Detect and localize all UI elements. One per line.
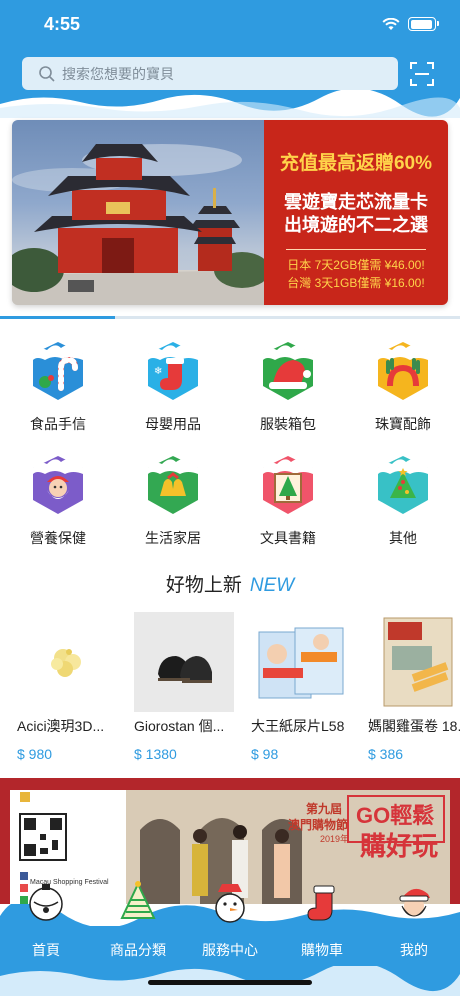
- shoes-image: [134, 612, 234, 712]
- scan-icon[interactable]: [408, 60, 436, 88]
- search-icon: [39, 65, 55, 82]
- tab-service[interactable]: 服務中心: [184, 880, 276, 972]
- festival-year: 2019年: [320, 834, 350, 844]
- category-label: 母嬰用品: [145, 416, 201, 432]
- tab-label: 我的: [400, 942, 428, 958]
- category-label: 珠寶配飾: [375, 416, 431, 432]
- status-time: 4:55: [44, 14, 81, 34]
- status-icons: [382, 16, 439, 32]
- product-card[interactable]: Giorostan 個... $ 1380: [134, 612, 240, 762]
- tab-home[interactable]: 首頁: [0, 880, 92, 972]
- jingle-bell-icon: [29, 884, 63, 921]
- santa-hat-icon: [263, 342, 313, 400]
- category-label: 其他: [389, 530, 417, 546]
- festival-line1: 第九屆: [306, 802, 343, 816]
- christmas-tree-icon: [263, 456, 313, 514]
- category-label: 文具書籍: [260, 530, 316, 546]
- product-price: $ 980: [17, 746, 53, 762]
- tab-categories[interactable]: 商品分類: [92, 880, 184, 972]
- product-name: Giorostan 個...: [134, 718, 225, 734]
- temple-illustration: [12, 144, 264, 305]
- product-card[interactable]: Acici澳玥3D... $ 980: [17, 612, 123, 762]
- tree-icon: [120, 881, 156, 919]
- category-stationery[interactable]: 文具書籍: [240, 452, 336, 562]
- search-bar[interactable]: 搜索您想要的寶貝: [22, 57, 398, 90]
- banner-divider: [286, 249, 426, 250]
- section-title-new: 好物上新 NEW: [0, 570, 460, 597]
- tab-cart[interactable]: 購物車: [276, 880, 368, 972]
- tab-profile[interactable]: 我的: [368, 880, 460, 972]
- diaper-pack-image: [251, 612, 351, 712]
- category-label: 營養保健: [30, 530, 86, 546]
- product-name: 大王紙尿片L58: [251, 718, 345, 734]
- product-card[interactable]: 媽閣雞蛋卷 18... $ 386: [368, 612, 460, 762]
- category-clothing[interactable]: 服裝箱包: [240, 338, 336, 448]
- banner-title-line2: 出境遊的不二之選: [284, 215, 428, 235]
- svg-text:❄: ❄: [154, 366, 162, 377]
- product-name: 媽閣雞蛋卷 18...: [368, 718, 460, 734]
- banner-offer-line2: 台灣 3天1GB僅需 ¥16.00!: [287, 276, 425, 290]
- product-image: [251, 612, 351, 712]
- banner-offer-line1: 日本 7天2GB僅需 ¥46.00!: [287, 258, 425, 272]
- category-home[interactable]: 生活家居: [125, 452, 221, 562]
- ornament-tree-icon: [378, 456, 428, 514]
- earring-image: [17, 612, 117, 712]
- category-food[interactable]: 食品手信: [10, 338, 106, 448]
- category-label: 生活家居: [145, 530, 201, 546]
- product-image: [368, 612, 460, 712]
- category-other[interactable]: 其他: [355, 452, 451, 562]
- product-image: [134, 612, 234, 712]
- banner-page-indicator: [0, 316, 460, 319]
- banner-title-line1: 雲遊寶走芯流量卡: [284, 192, 428, 212]
- section-title-text: 好物上新: [165, 575, 242, 596]
- candy-cane-icon: [33, 342, 83, 400]
- product-price: $ 1380: [134, 746, 177, 762]
- antlers-icon: [378, 342, 428, 400]
- wifi-icon: [382, 17, 400, 30]
- category-jewelry[interactable]: 珠寶配飾: [355, 338, 451, 448]
- banner-text-panel: 充值最高返贈60% 雲遊寶走芯流量卡 出境遊的不二之選 日本 7天2GB僅需 ¥…: [264, 120, 448, 305]
- tab-label: 首頁: [32, 942, 60, 958]
- snowman-icon: [215, 884, 245, 923]
- tab-label: 購物車: [301, 942, 343, 958]
- tab-label: 商品分類: [110, 942, 166, 958]
- promo-banner[interactable]: 充值最高返贈60% 雲遊寶走芯流量卡 出境遊的不二之選 日本 7天2GB僅需 ¥…: [12, 120, 448, 305]
- temple-photo: [12, 120, 264, 305]
- product-image: [17, 612, 117, 712]
- santa-avatar-icon: [399, 888, 430, 917]
- product-price: $ 98: [251, 746, 279, 762]
- festival-slogan-main: 購好玩: [360, 831, 439, 861]
- category-baby[interactable]: ❄ 母嬰用品: [125, 338, 221, 448]
- stocking-cart-icon: [307, 885, 335, 921]
- banner-headline: 充值最高返贈60%: [279, 153, 433, 174]
- category-label: 食品手信: [30, 416, 86, 432]
- stocking-icon: ❄: [148, 342, 198, 400]
- category-label: 服裝箱包: [260, 416, 316, 432]
- tab-label: 服務中心: [202, 942, 258, 958]
- bells-icon: [148, 456, 198, 514]
- section-title-en: NEW: [249, 575, 295, 596]
- egg-roll-box-image: [368, 612, 460, 712]
- search-placeholder: 搜索您想要的寶貝: [62, 65, 174, 82]
- category-health[interactable]: 營養保健: [10, 452, 106, 562]
- product-name: Acici澳玥3D...: [17, 718, 105, 734]
- header-snow-wave: [0, 88, 460, 118]
- home-indicator: [148, 980, 312, 985]
- product-price: $ 386: [368, 746, 404, 762]
- santa-face-icon: [33, 456, 83, 514]
- festival-line2: 澳門購物節: [288, 818, 349, 832]
- battery-icon: [408, 17, 439, 31]
- product-card[interactable]: 大王紙尿片L58 $ 98: [251, 612, 357, 762]
